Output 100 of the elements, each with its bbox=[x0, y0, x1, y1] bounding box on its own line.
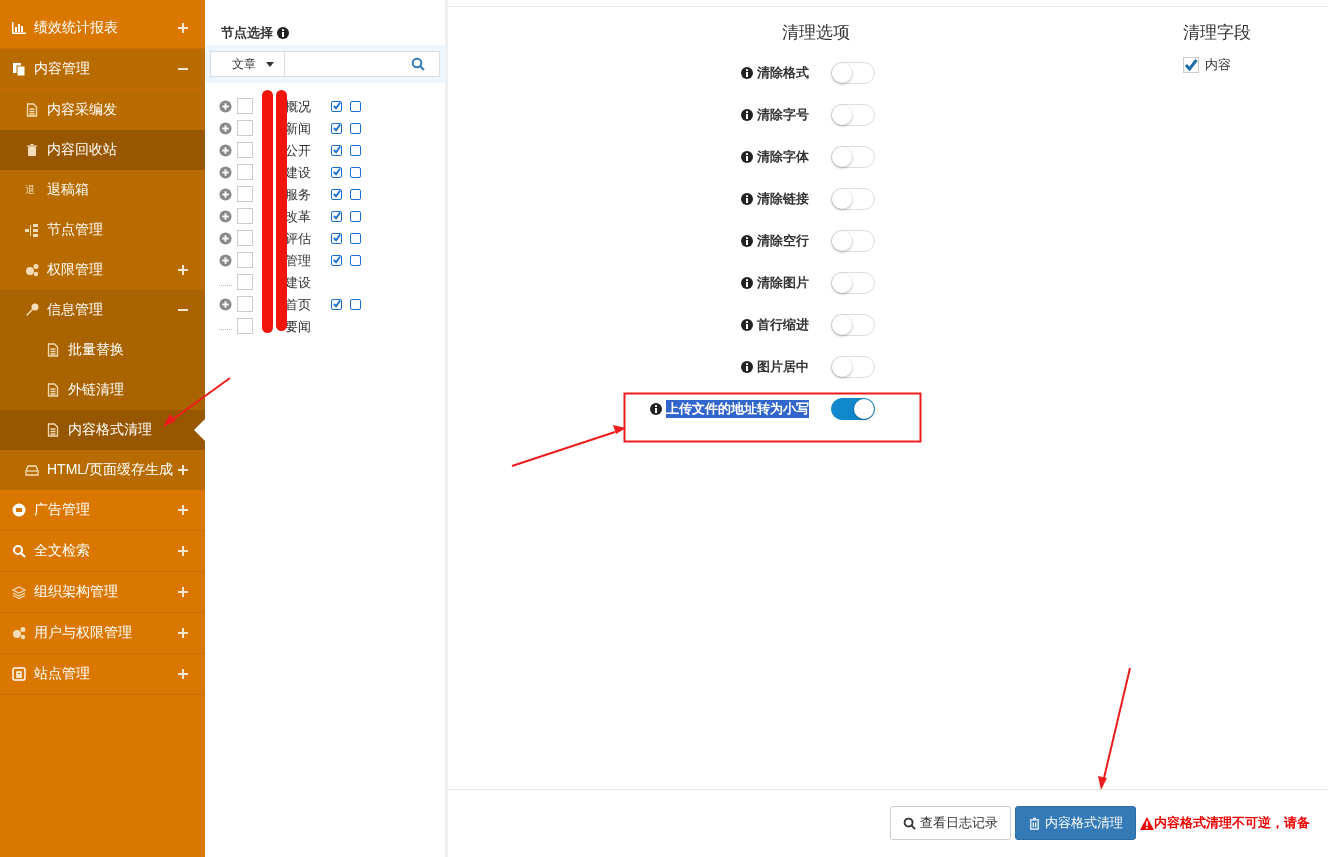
file-icon bbox=[25, 103, 39, 117]
expand-icon[interactable] bbox=[219, 99, 232, 113]
sidebar-item[interactable]: 批量替换 bbox=[0, 330, 205, 370]
node-checkbox[interactable] bbox=[237, 208, 253, 224]
permission-checkbox[interactable] bbox=[350, 210, 361, 222]
expand-icon[interactable] bbox=[219, 187, 232, 201]
sidebar-item[interactable]: 信息管理 bbox=[0, 290, 205, 330]
search-field[interactable]: 文章 bbox=[210, 51, 440, 77]
permission-checkbox[interactable] bbox=[331, 166, 342, 178]
expand-icon[interactable] bbox=[219, 209, 232, 223]
annotation-arrow bbox=[163, 377, 231, 427]
node-checkbox[interactable] bbox=[237, 230, 253, 246]
tree-icon bbox=[25, 223, 39, 237]
expand-icon[interactable] bbox=[219, 231, 232, 245]
log-button[interactable]: 查看日志记录 bbox=[890, 806, 1011, 840]
file-icon bbox=[46, 343, 60, 357]
sidebar-item[interactable]: 内容回收站 bbox=[0, 130, 205, 170]
node-checkbox[interactable] bbox=[237, 274, 253, 290]
option-label: 清除图片 bbox=[757, 274, 809, 292]
info-icon bbox=[741, 235, 753, 247]
expand-icon[interactable] bbox=[219, 253, 232, 267]
option-label: 清除链接 bbox=[757, 190, 809, 208]
node-label[interactable]: 新闻 bbox=[285, 120, 311, 136]
field-checkbox[interactable] bbox=[1183, 57, 1199, 73]
permission-checkbox[interactable] bbox=[350, 298, 361, 310]
info-icon bbox=[741, 67, 753, 79]
node-checkbox[interactable] bbox=[237, 142, 253, 158]
permission-checkbox[interactable] bbox=[331, 210, 342, 222]
permission-checkbox[interactable] bbox=[331, 232, 342, 244]
node-label[interactable]: 要闻 bbox=[285, 318, 311, 334]
sidebar-item[interactable]: 内容管理 bbox=[0, 49, 205, 90]
option-label: 首行缩进 bbox=[757, 316, 809, 334]
info-icon bbox=[741, 109, 753, 121]
wrench-icon bbox=[25, 303, 39, 317]
permission-checkbox[interactable] bbox=[350, 166, 361, 178]
node-checkbox[interactable] bbox=[237, 296, 253, 312]
drive-icon bbox=[25, 463, 39, 477]
clean-button[interactable]: 内容格式清理 bbox=[1015, 806, 1136, 840]
toggle-switch[interactable] bbox=[831, 398, 875, 420]
node-checkbox[interactable] bbox=[237, 186, 253, 202]
permission-checkbox[interactable] bbox=[350, 100, 361, 112]
permission-checkbox[interactable] bbox=[331, 298, 342, 310]
info-icon bbox=[650, 403, 662, 415]
node-label[interactable]: 评估 bbox=[285, 230, 311, 246]
sidebar-item[interactable]: 权限管理 bbox=[0, 250, 205, 290]
sidebar-item[interactable]: 节点管理 bbox=[0, 210, 205, 250]
option-label: 清除格式 bbox=[757, 64, 809, 82]
permission-checkbox[interactable] bbox=[331, 100, 342, 112]
search-icon[interactable] bbox=[411, 57, 425, 71]
info-icon bbox=[741, 193, 753, 205]
gears-icon bbox=[12, 626, 26, 640]
chart-icon bbox=[12, 21, 26, 35]
search-icon bbox=[12, 544, 26, 558]
sidebar-item[interactable]: 内容采编发 bbox=[0, 90, 205, 130]
node-checkbox[interactable] bbox=[237, 98, 253, 114]
permission-checkbox[interactable] bbox=[350, 122, 361, 134]
node-checkbox[interactable] bbox=[237, 318, 253, 334]
node-label[interactable]: 公开 bbox=[285, 142, 311, 158]
layers-icon bbox=[12, 585, 26, 599]
warning-text: 内容格式清理不可逆，请备 bbox=[1154, 814, 1310, 832]
option-label: 清除空行 bbox=[757, 232, 809, 250]
expand-icon[interactable] bbox=[219, 143, 232, 157]
expand-icon[interactable] bbox=[219, 165, 232, 179]
node-checkbox[interactable] bbox=[237, 252, 253, 268]
section-title: 清理字段 bbox=[1183, 22, 1251, 44]
node-checkbox[interactable] bbox=[237, 164, 253, 180]
permission-checkbox[interactable] bbox=[331, 122, 342, 134]
doc-icon bbox=[12, 62, 26, 76]
sidebar-item[interactable]: 内容格式清理 bbox=[0, 410, 205, 450]
permission-checkbox[interactable] bbox=[331, 188, 342, 200]
warning-icon bbox=[1140, 816, 1154, 830]
panel-title: 节点选择 bbox=[221, 23, 273, 42]
permission-checkbox[interactable] bbox=[350, 254, 361, 266]
trash-icon bbox=[25, 143, 39, 157]
permission-checkbox[interactable] bbox=[350, 232, 361, 244]
node-label[interactable]: 服务 bbox=[285, 186, 311, 202]
permission-checkbox[interactable] bbox=[331, 254, 342, 266]
file-icon bbox=[46, 383, 60, 397]
option-label: 清除字体 bbox=[757, 148, 809, 166]
sidebar-item[interactable]: 退 退稿箱 bbox=[0, 170, 205, 210]
info-icon bbox=[741, 319, 753, 331]
type-dropdown[interactable]: 文章 bbox=[211, 52, 285, 76]
permission-checkbox[interactable] bbox=[350, 188, 361, 200]
file-icon bbox=[46, 423, 60, 437]
option-label: 上传文件的地址转为小写 bbox=[666, 400, 809, 418]
expand-icon[interactable] bbox=[219, 297, 232, 311]
section-title: 清理选项 bbox=[780, 22, 851, 44]
info-icon bbox=[741, 151, 753, 163]
expand-icon[interactable] bbox=[219, 121, 232, 135]
sidebar-item[interactable]: HTML/页面缓存生成 bbox=[0, 450, 205, 490]
permission-checkbox[interactable] bbox=[350, 144, 361, 156]
sidebar-char-label: 退 bbox=[25, 183, 36, 197]
option-label: 清除字号 bbox=[757, 106, 809, 124]
permission-checkbox[interactable] bbox=[331, 144, 342, 156]
node-label[interactable]: 首页 bbox=[285, 296, 311, 312]
sidebar-item[interactable]: 外链清理 bbox=[0, 370, 205, 410]
info-icon bbox=[741, 361, 753, 373]
ad-icon bbox=[12, 503, 26, 517]
info-icon bbox=[741, 277, 753, 289]
node-checkbox[interactable] bbox=[237, 120, 253, 136]
